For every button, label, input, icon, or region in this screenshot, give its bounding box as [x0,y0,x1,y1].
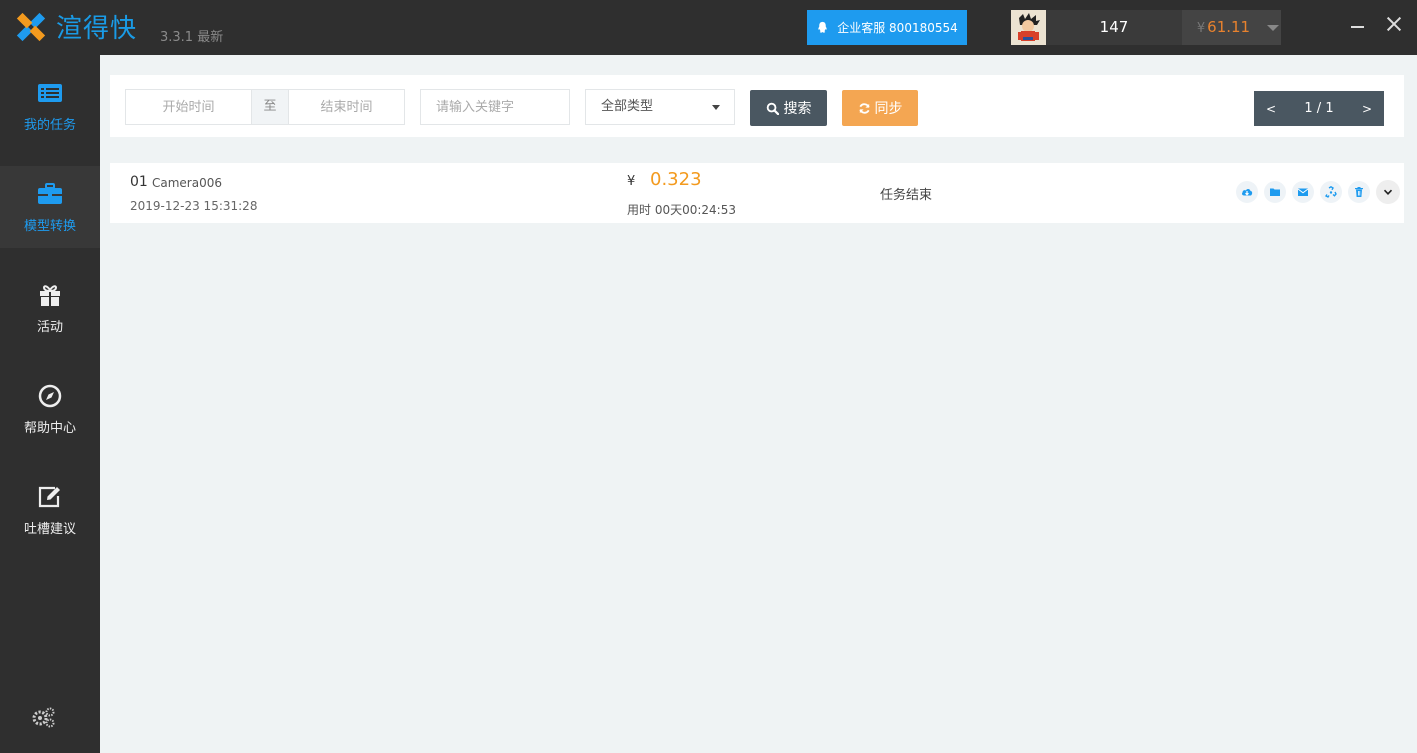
compass-icon [38,384,62,407]
sidebar-item-model-convert[interactable]: 模型转换 [0,166,100,248]
search-button[interactable]: 搜索 [750,90,827,126]
envelope-icon [1297,188,1309,196]
date-range: 至 [125,89,405,125]
sidebar-item-help-center[interactable]: 帮助中心 [0,368,100,450]
balance-currency: ¥ [1196,21,1206,36]
avatar-image [1011,10,1046,45]
edit-icon [38,486,60,507]
sidebar-item-label: 我的任务 [23,117,76,133]
date-separator: 至 [251,90,289,124]
task-row[interactable]: 01 Camera006 2019-12-23 15:31:28 ¥ 0.323… [110,163,1404,223]
briefcase-icon [38,182,62,204]
filter-toolbar: 至 全部类型 搜索 同步 < 1 / 1 > [110,75,1404,137]
sidebar-item-label: 活动 [36,319,63,335]
search-label: 搜索 [783,101,812,117]
end-date-input[interactable] [289,90,404,124]
sidebar-item-label: 模型转换 [23,218,76,234]
sidebar-item-label: 吐槽建议 [23,521,76,537]
open-folder-button[interactable] [1264,181,1286,203]
sidebar-item-label: 帮助中心 [23,420,76,436]
task-cost-currency: ¥ [627,174,636,189]
download-button[interactable] [1236,181,1258,203]
sidebar: 我的任务 模型转换 活动 帮助中心 吐槽建议 [0,55,100,753]
gift-icon [40,284,60,306]
delete-button[interactable] [1348,181,1370,203]
task-name: Camera006 [152,176,222,190]
type-select-value: 全部类型 [601,99,654,114]
cloud-download-icon [1242,189,1253,196]
prev-page-button[interactable]: < [1254,102,1288,116]
service-label: 企业客服 800180554 [837,21,958,35]
app-version: 3.3.1 最新 [160,30,224,45]
sidebar-item-activity[interactable]: 活动 [0,267,100,349]
type-select[interactable]: 全部类型 [585,89,735,125]
enterprise-service-button[interactable]: 企业客服 800180554 [807,10,967,45]
close-button[interactable] [1384,14,1404,34]
title-bar: 渲得快 3.3.1 最新 企业客服 800180554 147 ¥61.11 [0,0,1417,55]
app-name: 渲得快 [56,14,138,44]
folder-icon [1270,188,1280,196]
gears-icon[interactable] [30,706,56,728]
task-list-icon [38,83,62,102]
trash-icon [1355,187,1363,197]
recycle-icon [1325,186,1337,198]
pagination: < 1 / 1 > [1254,91,1384,126]
sidebar-item-feedback[interactable]: 吐槽建议 [0,469,100,551]
chevron-down-icon [1383,189,1393,195]
balance-value: 61.11 [1207,18,1251,36]
user-count: 147 [1099,18,1129,36]
expand-button[interactable] [1376,180,1400,204]
user-dropdown-icon[interactable] [1265,10,1281,45]
task-created-time: 2019-12-23 15:31:28 [130,199,258,213]
qq-icon [818,21,827,33]
start-date-input[interactable] [126,90,251,124]
task-actions [1236,180,1400,204]
balance: ¥61.11 [1182,10,1265,45]
task-status: 任务结束 [880,188,933,203]
page-indicator: 1 / 1 [1304,101,1334,116]
refresh-icon [858,102,870,114]
avatar[interactable] [1011,10,1046,45]
task-duration: 用时 00天00:24:53 [627,203,736,217]
task-cost: 0.323 [650,169,702,190]
task-index: 01 [130,174,148,190]
sync-button[interactable]: 同步 [842,90,918,126]
email-button[interactable] [1292,181,1314,203]
user-box[interactable]: 147 ¥61.11 [1011,10,1281,45]
search-icon [766,102,779,115]
next-page-button[interactable]: > [1350,102,1384,116]
recycle-button[interactable] [1320,181,1342,203]
app-logo-icon [16,12,46,42]
minimize-button[interactable] [1348,14,1368,34]
sync-label: 同步 [874,101,903,117]
sidebar-item-my-tasks[interactable]: 我的任务 [0,65,100,147]
keyword-input[interactable] [420,89,570,125]
